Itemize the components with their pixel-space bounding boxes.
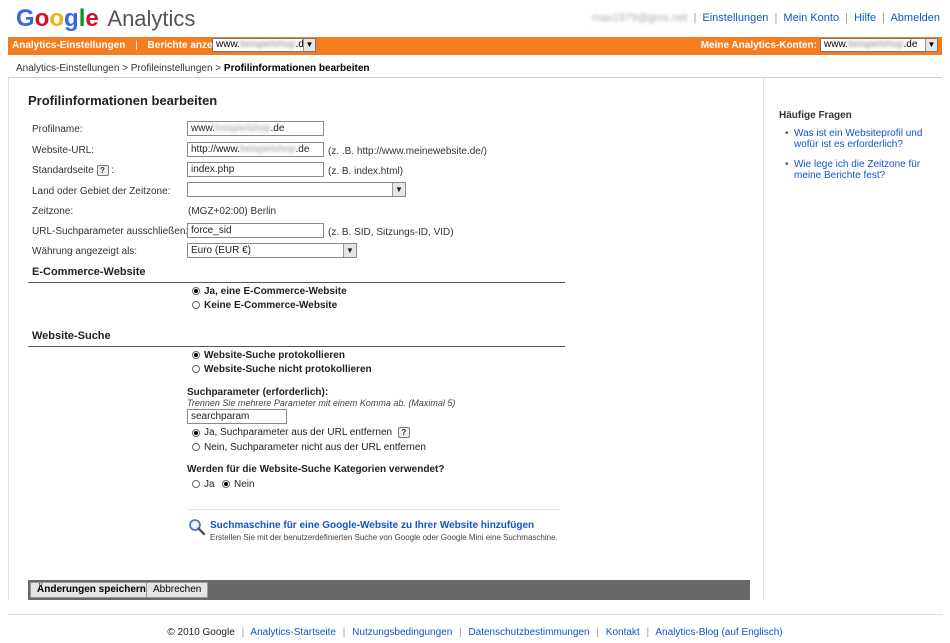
footer-link-terms[interactable]: Nutzungsbedingungen: [352, 627, 452, 638]
radio-unchecked-icon: [192, 443, 200, 452]
chevron-down-icon: ▼: [303, 39, 315, 51]
divider: [28, 282, 565, 283]
form-action-bar: Änderungen speichern Abbrechen: [28, 580, 750, 600]
search-magnifier-icon: [189, 519, 206, 536]
strip-params-no-radio[interactable]: Nein, Suchparameter nicht aus der URL en…: [192, 442, 426, 453]
my-account-link[interactable]: Mein Konto: [783, 12, 839, 24]
radio-unchecked-icon: [192, 301, 200, 310]
default-page-label: Standardseite ? :: [32, 165, 115, 177]
breadcrumb: Analytics-Einstellungen > Profileinstell…: [16, 63, 370, 74]
settings-link[interactable]: Einstellungen: [702, 12, 768, 24]
footer: © 2010 Google | Analytics-Startseite | N…: [167, 627, 783, 638]
faq-item-profile[interactable]: • Was ist ein Websiteprofil und wofür is…: [785, 128, 935, 150]
default-page-input[interactable]: index.php: [187, 162, 324, 177]
ecommerce-no-radio[interactable]: Keine E-Commerce-Website: [192, 300, 337, 311]
categories-question: Werden für die Website-Suche Kategorien …: [187, 464, 445, 475]
bullet-icon: •: [785, 128, 789, 139]
radio-unchecked-icon: [192, 480, 200, 489]
divider: [8, 614, 942, 615]
exclude-params-label: URL-Suchparameter ausschließen:: [32, 226, 189, 237]
divider: [8, 77, 942, 78]
radio-checked-icon: [192, 287, 200, 296]
logo-letter: o: [34, 5, 50, 32]
no-track-site-search-radio[interactable]: Website-Suche nicht protokollieren: [192, 364, 372, 375]
search-param-input[interactable]: searchparam: [187, 409, 287, 424]
chevron-down-icon: ▼: [925, 39, 937, 51]
google-analytics-logo[interactable]: Google Analytics: [16, 5, 195, 33]
radio-checked-icon: [222, 480, 230, 489]
logo-letter: o: [49, 5, 65, 32]
logo-letter: g: [64, 5, 79, 32]
site-search-section-title: Website-Suche: [32, 330, 111, 342]
navigation-bar: Analytics-Einstellungen | Berichte anzei…: [8, 37, 942, 55]
faq-item-timezone[interactable]: • Wie lege ich die Zeitzone für meine Be…: [785, 159, 935, 181]
divider: [8, 78, 9, 600]
footer-link-contact[interactable]: Kontakt: [606, 627, 640, 638]
timezone-value: (MGZ+02:00) Berlin: [188, 206, 277, 217]
logo-letter: G: [16, 5, 35, 32]
add-search-engine-description: Erstellen Sie mit der benutzerdefinierte…: [210, 533, 558, 542]
help-icon[interactable]: ?: [96, 165, 109, 176]
chevron-down-icon: ▼: [392, 183, 405, 196]
profile-name-label: Profilname:: [32, 124, 83, 135]
ecommerce-yes-radio[interactable]: Ja, eine E-Commerce-Website: [192, 286, 347, 297]
categories-no-radio[interactable]: Nein: [222, 479, 255, 490]
logo-letter: e: [85, 5, 99, 32]
bullet-icon: •: [785, 159, 789, 170]
copyright: © 2010 Google: [167, 627, 235, 638]
cancel-button[interactable]: Abbrechen: [146, 582, 209, 598]
save-changes-button[interactable]: Änderungen speichern: [30, 582, 153, 598]
add-search-engine-link[interactable]: Suchmaschine für eine Google-Website zu …: [210, 520, 534, 531]
page-title: Profilinformationen bearbeiten: [28, 93, 218, 108]
radio-checked-icon: [192, 351, 200, 360]
website-url-hint: (z. .B. http://www.meinewebsite.de/): [328, 146, 487, 157]
help-link[interactable]: Hilfe: [854, 12, 876, 24]
radio-unchecked-icon: [192, 365, 200, 374]
timezone-country-label: Land oder Gebiet der Zeitzone:: [32, 186, 171, 197]
account-links: max1979@gmx.net | Einstellungen | Mein K…: [591, 12, 940, 24]
account-email: max1979@gmx.net: [591, 12, 688, 24]
ecommerce-section-title: E-Commerce-Website: [32, 266, 146, 278]
my-accounts-label: Meine Analytics-Konten:: [700, 40, 817, 51]
footer-link-privacy[interactable]: Datenschutzbestimmungen: [468, 627, 589, 638]
breadcrumb-analytics-settings[interactable]: Analytics-Einstellungen: [16, 63, 119, 74]
timezone-label: Zeitzone:: [32, 206, 74, 217]
strip-params-yes-radio[interactable]: Ja, Suchparameter aus der URL entfernen …: [192, 427, 410, 438]
default-page-hint: (z. B. index.html): [328, 166, 404, 177]
breadcrumb-current: Profilinformationen bearbeiten: [223, 63, 370, 74]
chevron-down-icon: ▼: [343, 244, 356, 257]
currency-select[interactable]: Euro (EUR €) ▼: [187, 243, 357, 258]
exclude-params-hint: (z. B. SID, Sitzungs-ID, VID): [328, 227, 454, 238]
divider: [763, 78, 764, 600]
exclude-params-input[interactable]: force_sid: [187, 223, 324, 238]
website-url-input[interactable]: http://www.beispielshop.de: [187, 142, 324, 157]
footer-link-home[interactable]: Analytics-Startseite: [250, 627, 336, 638]
search-param-hint: Trennen Sie mehrere Parameter mit einem …: [187, 398, 456, 408]
search-param-label: Suchparameter (erforderlich):: [187, 387, 329, 398]
timezone-country-select[interactable]: ▼: [187, 182, 406, 197]
google-wordmark: Google: [16, 5, 105, 32]
logout-link[interactable]: Abmelden: [890, 12, 940, 24]
footer-link-blog[interactable]: Analytics-Blog (auf Englisch): [655, 627, 782, 638]
my-accounts-select[interactable]: www.beispielshop.de ▼: [820, 38, 938, 52]
help-icon[interactable]: ?: [397, 427, 410, 438]
divider: [28, 346, 565, 347]
radio-checked-icon: [192, 428, 200, 437]
product-name: Analytics: [107, 6, 196, 31]
profile-name-input[interactable]: www.beispielshop.de: [187, 121, 324, 136]
breadcrumb-profile-settings[interactable]: Profileinstellungen: [131, 63, 213, 74]
categories-yes-radio[interactable]: Ja: [192, 479, 215, 490]
view-reports-select[interactable]: www.beispielshop.de ▼: [212, 38, 316, 52]
track-site-search-radio[interactable]: Website-Suche protokollieren: [192, 350, 345, 361]
analytics-settings-link[interactable]: Analytics-Einstellungen: [12, 40, 125, 51]
currency-label: Währung angezeigt als:: [32, 246, 138, 257]
divider: [187, 509, 560, 510]
website-url-label: Website-URL:: [32, 145, 95, 156]
faq-title: Häufige Fragen: [779, 110, 852, 121]
